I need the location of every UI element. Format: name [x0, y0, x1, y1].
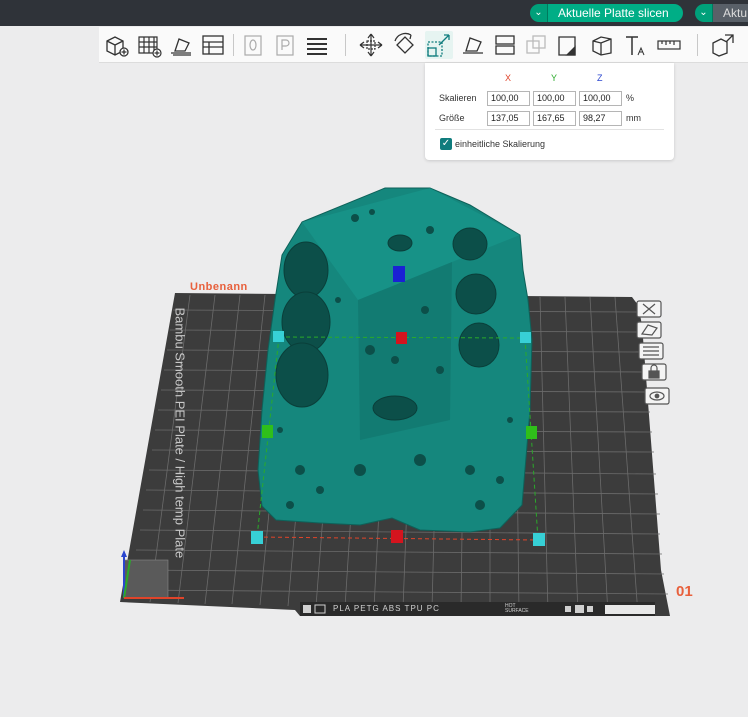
- main-toolbar: [99, 27, 748, 63]
- support-paint-icon[interactable]: [555, 31, 583, 59]
- add-object-icon[interactable]: [103, 31, 131, 59]
- scale-x-input[interactable]: 100,00: [487, 91, 530, 106]
- rotate-icon[interactable]: [391, 31, 419, 59]
- list-icon[interactable]: [303, 31, 331, 59]
- scale-unit: %: [626, 93, 635, 103]
- slice-all-dropdown-icon[interactable]: ⌄: [695, 4, 713, 22]
- scale-icon[interactable]: [425, 31, 453, 59]
- layer-0-icon[interactable]: [239, 31, 267, 59]
- size-row-label: Größe: [439, 113, 465, 123]
- orient-icon[interactable]: [167, 31, 195, 59]
- plate-lock-icon[interactable]: [641, 363, 667, 381]
- 3d-viewport[interactable]: Unbenann 01 Bambu Smooth PEI Plate / Hig…: [0, 63, 748, 717]
- plate-name-label[interactable]: Unbenann: [190, 281, 248, 293]
- move-icon[interactable]: [357, 31, 385, 59]
- size-unit: mm: [626, 113, 641, 123]
- layer-p-icon[interactable]: [271, 31, 299, 59]
- axis-x-label: X: [505, 73, 512, 83]
- size-y-input[interactable]: 167,65: [533, 111, 576, 126]
- slice-plate-group: ⌄ Aktuelle Platte slicen: [530, 4, 683, 22]
- engine-block-model[interactable]: [257, 187, 533, 533]
- lay-on-face-icon[interactable]: [459, 31, 487, 59]
- plate-material-list: PLA PETG ABS TPU PC: [333, 604, 440, 613]
- slice-all-group: ⌄ Aktu: [695, 4, 748, 22]
- size-z-input[interactable]: 98,27: [579, 111, 622, 126]
- plates-icon[interactable]: [199, 31, 227, 59]
- plate-number: 01: [676, 583, 693, 600]
- panel-divider: [435, 129, 664, 130]
- axis-z-label: Z: [597, 73, 603, 83]
- cut-icon[interactable]: [491, 31, 519, 59]
- text-icon[interactable]: [621, 31, 649, 59]
- slice-all-button[interactable]: Aktu: [713, 4, 748, 22]
- plate-settings-icon[interactable]: [644, 387, 670, 405]
- size-x-input[interactable]: 137,05: [487, 111, 530, 126]
- scale-row-label: Skalieren: [439, 93, 477, 103]
- uniform-scaling-checkbox[interactable]: ✓: [440, 138, 452, 150]
- boolean-icon[interactable]: [523, 31, 551, 59]
- scale-panel: X Y Z Skalieren 100,00 100,00 100,00 % G…: [425, 63, 674, 160]
- seam-paint-icon[interactable]: [589, 31, 617, 59]
- plate-type-label: Bambu Smooth PEI Plate / High temp Plate: [172, 307, 188, 559]
- uniform-scaling-label[interactable]: einheitliche Skalierung: [455, 139, 545, 149]
- measure-icon[interactable]: [655, 31, 683, 59]
- plate-close-icon[interactable]: [636, 300, 662, 318]
- arrange-grid-icon[interactable]: [135, 31, 163, 59]
- scale-y-input[interactable]: 100,00: [533, 91, 576, 106]
- scale-z-input[interactable]: 100,00: [579, 91, 622, 106]
- plate-orient-icon[interactable]: [636, 321, 662, 339]
- slice-plate-dropdown-icon[interactable]: ⌄: [530, 4, 548, 22]
- origin-marker: [123, 559, 169, 599]
- assembly-icon[interactable]: [709, 31, 737, 59]
- top-bar: ⌄ Aktuelle Platte slicen ⌄ Aktu: [0, 0, 748, 26]
- plate-arrange-icon[interactable]: [638, 342, 664, 360]
- slice-plate-button[interactable]: Aktuelle Platte slicen: [548, 4, 683, 22]
- plate-hot-surface-label: HOT SURFACE: [505, 603, 529, 614]
- axis-y-label: Y: [551, 73, 558, 83]
